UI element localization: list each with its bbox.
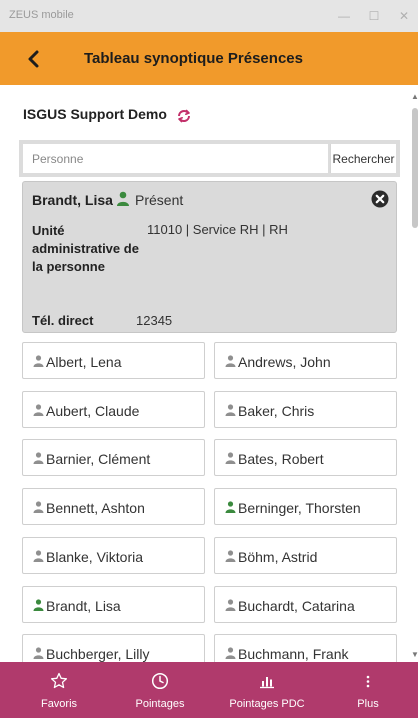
minimize-button[interactable]: — <box>334 6 354 26</box>
detail-unit-value: 11010 | Service RH | RH <box>147 222 288 237</box>
clock-icon <box>151 672 169 690</box>
person-name: Blanke, Viktoria <box>46 549 144 565</box>
chevron-left-icon <box>28 50 39 68</box>
detail-unit-label: Unité administrative de la personne <box>32 223 139 274</box>
detail-tel-value: 12345 <box>136 313 173 328</box>
person-name: Bennett, Ashton <box>46 500 145 516</box>
maximize-button[interactable]: ☐ <box>364 6 384 26</box>
person-absent-icon <box>225 599 236 611</box>
person-name: Berninger, Thorsten <box>238 500 361 516</box>
close-circle-icon <box>371 190 389 208</box>
person-tile[interactable]: Barnier, Clément <box>22 439 205 476</box>
window-close-button[interactable]: ✕ <box>394 6 414 26</box>
bar-chart-icon <box>260 677 274 689</box>
star-icon <box>50 672 68 689</box>
nav-pointages[interactable]: Pointages <box>110 662 210 718</box>
bottom-navigation: Favoris Pointages Pointages PDC Plus <box>0 662 418 718</box>
window-title: ZEUS mobile <box>9 9 74 21</box>
nav-label: Pointages <box>135 698 185 710</box>
detail-tel-label: Tél. direct <box>32 313 94 328</box>
person-name: Andrews, John <box>238 354 331 370</box>
person-absent-icon <box>225 647 236 659</box>
scrollbar-thumb[interactable] <box>412 108 418 228</box>
person-name: Aubert, Claude <box>46 403 140 419</box>
person-absent-icon <box>225 355 236 367</box>
person-name: Albert, Lena <box>46 354 122 370</box>
detail-status: Présent <box>135 192 184 208</box>
person-tile[interactable]: Aubert, Claude <box>22 391 205 428</box>
scroll-up-icon[interactable]: ▲ <box>411 92 418 101</box>
nav-favoris[interactable]: Favoris <box>9 662 109 718</box>
person-name: Brandt, Lisa <box>46 598 121 614</box>
organization-name: ISGUS Support Demo <box>23 106 167 122</box>
person-tile[interactable]: Blanke, Viktoria <box>22 537 205 574</box>
nav-plus[interactable]: Plus <box>318 662 418 718</box>
back-button[interactable] <box>22 46 48 72</box>
person-present-icon <box>225 501 236 513</box>
person-absent-icon <box>33 550 44 562</box>
person-absent-icon <box>225 404 236 416</box>
person-absent-icon <box>225 550 236 562</box>
person-absent-icon <box>33 404 44 416</box>
person-tile[interactable]: Buchardt, Catarina <box>214 586 397 623</box>
person-detail-card: Brandt, Lisa Présent Unité administrativ… <box>22 181 397 333</box>
page-title: Tableau synoptique Présences <box>84 50 303 67</box>
search-input[interactable] <box>23 144 328 173</box>
person-present-icon <box>33 599 44 611</box>
refresh-button[interactable] <box>176 108 192 124</box>
person-name: Baker, Chris <box>238 403 315 419</box>
person-tile[interactable]: Albert, Lena <box>22 342 205 379</box>
person-name: Böhm, Astrid <box>238 549 318 565</box>
person-tile[interactable]: Berninger, Thorsten <box>214 488 397 525</box>
person-tile[interactable]: Bennett, Ashton <box>22 488 205 525</box>
person-name: Buchmann, Frank <box>238 646 349 662</box>
person-tile[interactable]: Brandt, Lisa <box>22 586 205 623</box>
close-detail-button[interactable] <box>371 190 389 208</box>
window-titlebar: ZEUS mobile — ☐ ✕ <box>0 0 418 32</box>
more-vertical-icon <box>366 675 370 688</box>
refresh-icon <box>178 109 190 123</box>
detail-person-name: Brandt, Lisa <box>32 192 113 208</box>
nav-pointages-pdc[interactable]: Pointages PDC <box>217 662 317 718</box>
nav-label: Favoris <box>40 698 78 710</box>
person-tile[interactable]: Baker, Chris <box>214 391 397 428</box>
scroll-down-icon[interactable]: ▼ <box>411 650 418 659</box>
person-absent-icon <box>33 355 44 367</box>
person-name: Bates, Robert <box>238 451 324 467</box>
person-name: Barnier, Clément <box>46 451 151 467</box>
person-absent-icon <box>33 452 44 464</box>
nav-label: Plus <box>357 698 379 710</box>
search-button[interactable]: Rechercher <box>330 144 396 173</box>
page-header: Tableau synoptique Présences <box>0 32 418 85</box>
person-present-icon <box>117 191 129 206</box>
person-name: Buchardt, Catarina <box>238 598 355 614</box>
search-bar: Rechercher <box>19 140 400 177</box>
person-tile[interactable]: Andrews, John <box>214 342 397 379</box>
person-name: Buchberger, Lilly <box>46 646 150 662</box>
person-absent-icon <box>33 647 44 659</box>
person-absent-icon <box>225 452 236 464</box>
nav-label: Pointages PDC <box>229 698 305 710</box>
person-absent-icon <box>33 501 44 513</box>
person-tile[interactable]: Bates, Robert <box>214 439 397 476</box>
person-tile[interactable]: Böhm, Astrid <box>214 537 397 574</box>
scrollbar[interactable]: ▲ ▼ <box>409 90 418 662</box>
